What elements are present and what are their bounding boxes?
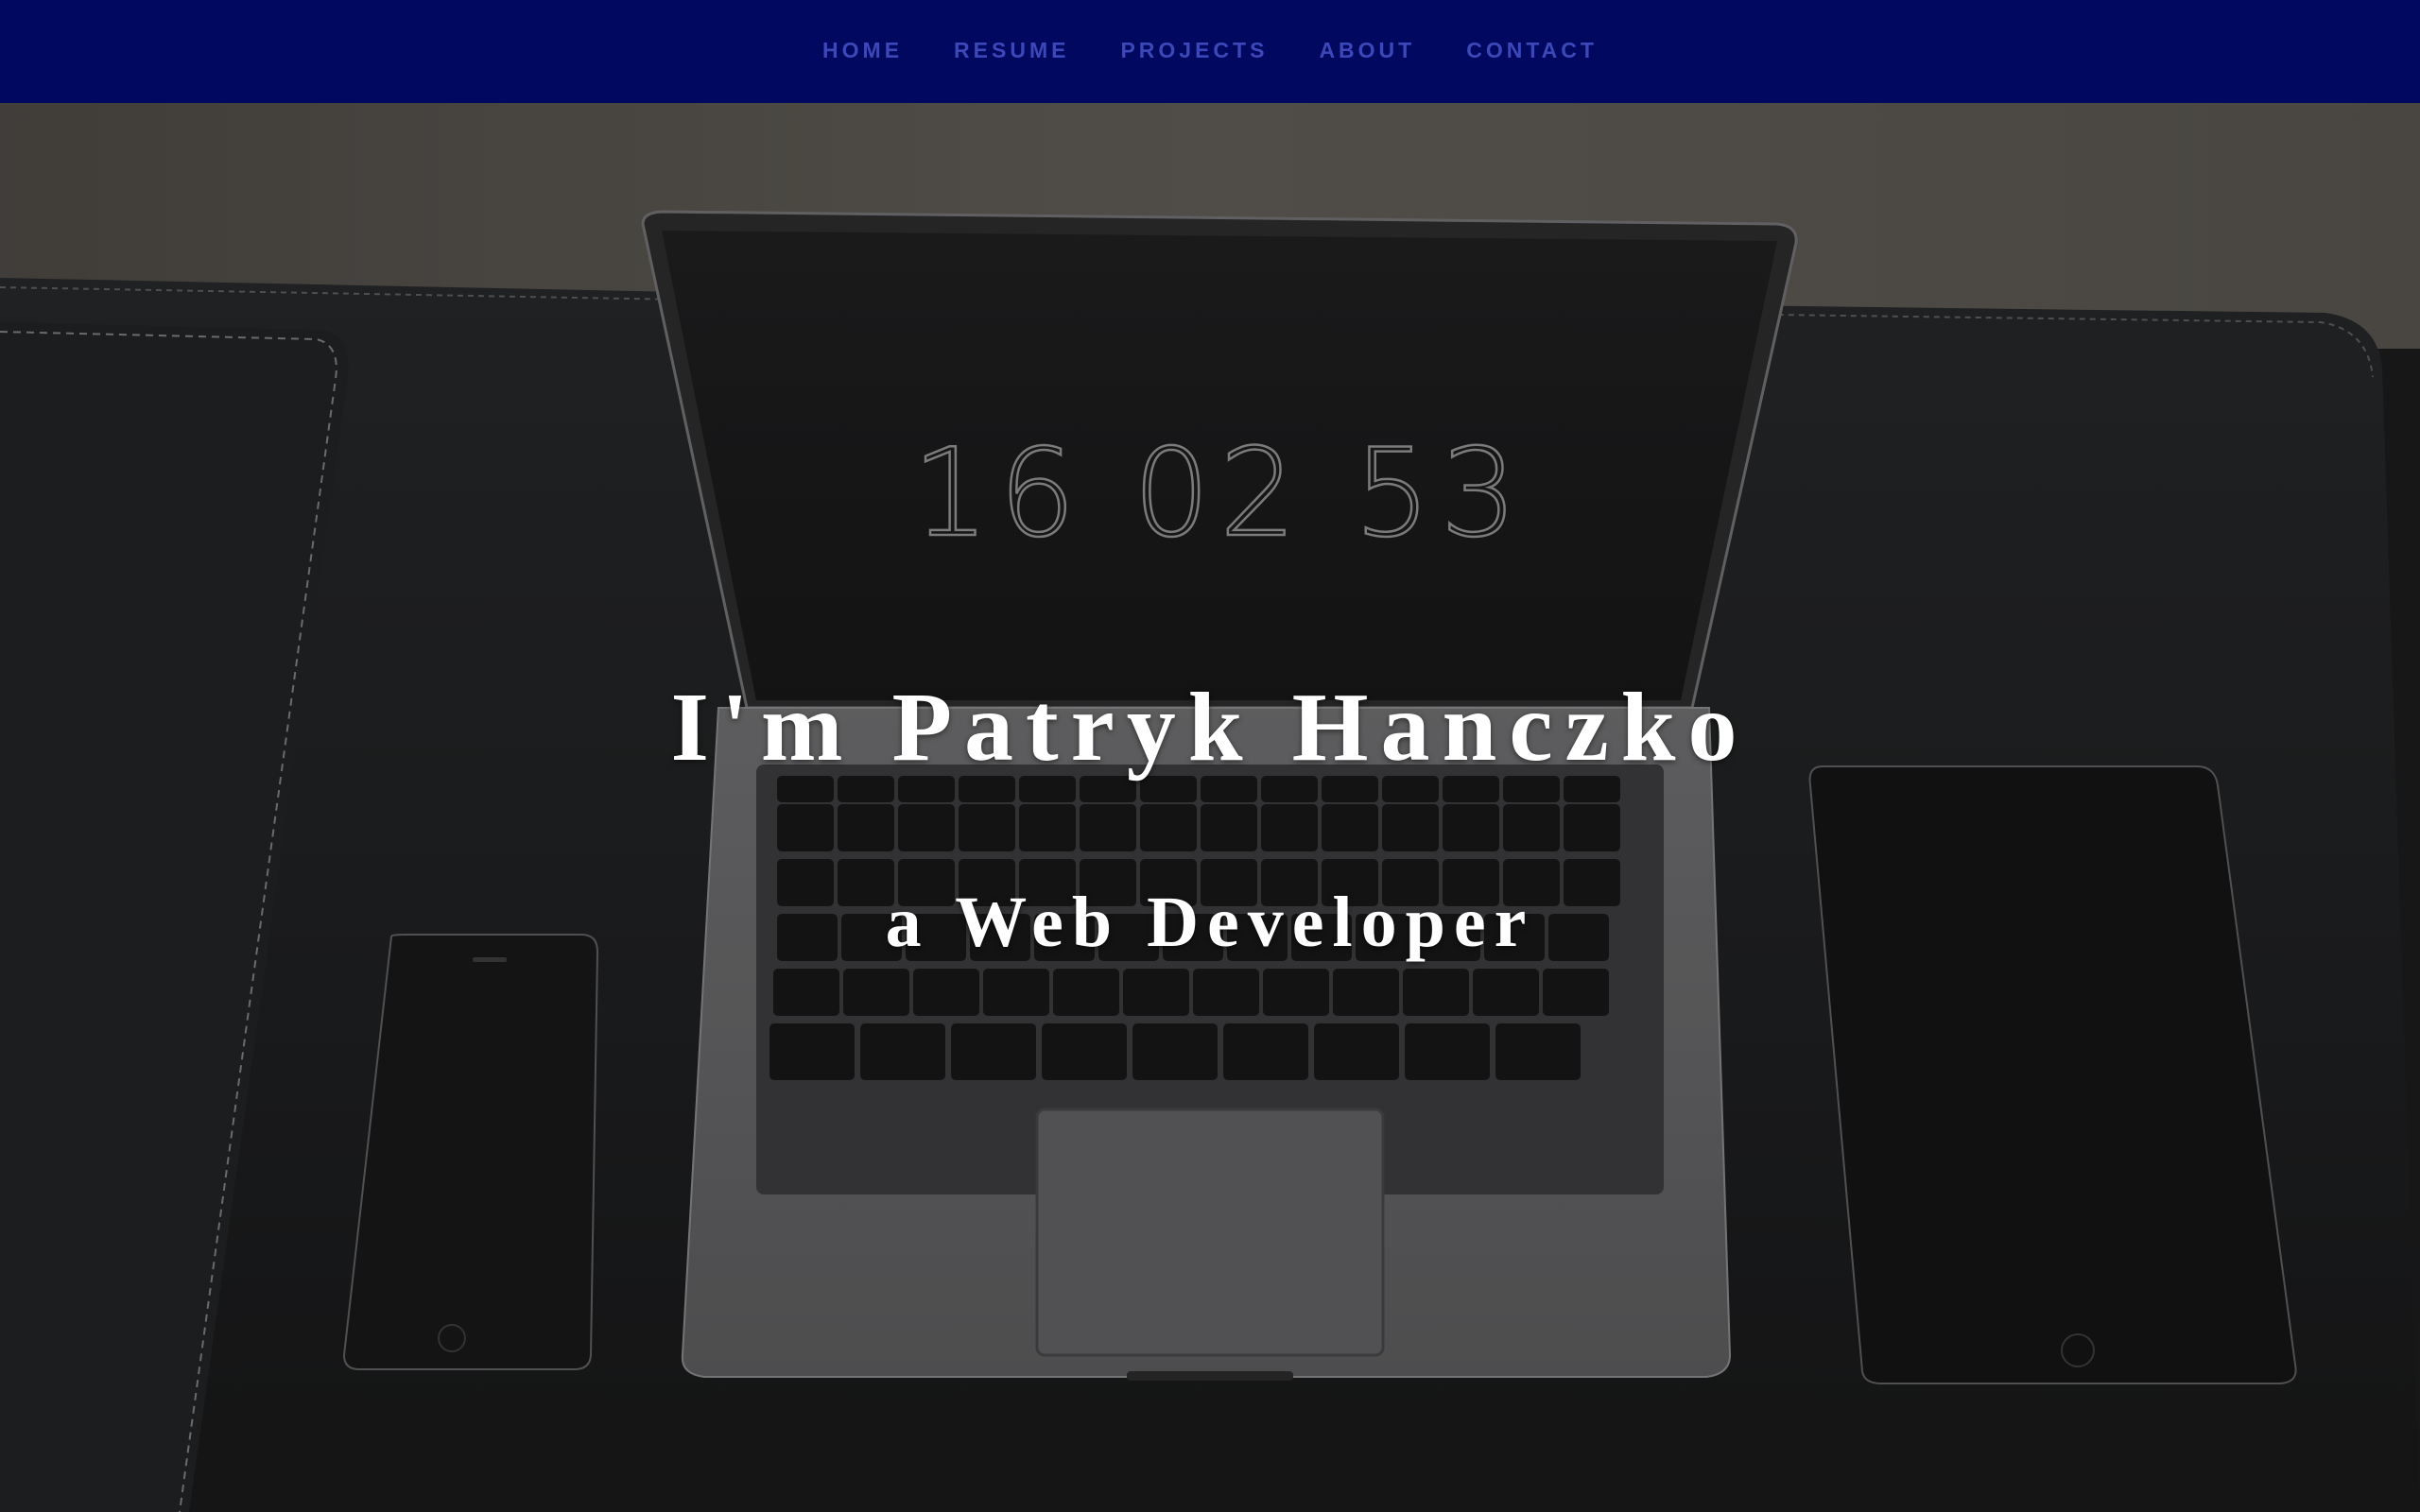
nav-link-home[interactable]: HOME xyxy=(797,38,928,63)
hero-section: 16 02 53 I'm Patryk Hanczko a Web Develo… xyxy=(0,103,2420,1512)
hero-text-container: I'm Patryk Hanczko a Web Developer xyxy=(0,103,2420,1512)
nav-link-contact[interactable]: CONTACT xyxy=(1441,38,1623,63)
hero-subline: a Web Developer xyxy=(885,883,1535,962)
nav-link-resume[interactable]: RESUME xyxy=(928,38,1095,63)
nav-link-about[interactable]: ABOUT xyxy=(1293,38,1441,63)
navbar: HOME RESUME PROJECTS ABOUT CONTACT xyxy=(0,0,2420,103)
hero-headline: I'm Patryk Hanczko xyxy=(670,673,1750,782)
nav-link-projects[interactable]: PROJECTS xyxy=(1095,38,1293,63)
nav-menu: HOME RESUME PROJECTS ABOUT CONTACT xyxy=(797,38,1623,63)
